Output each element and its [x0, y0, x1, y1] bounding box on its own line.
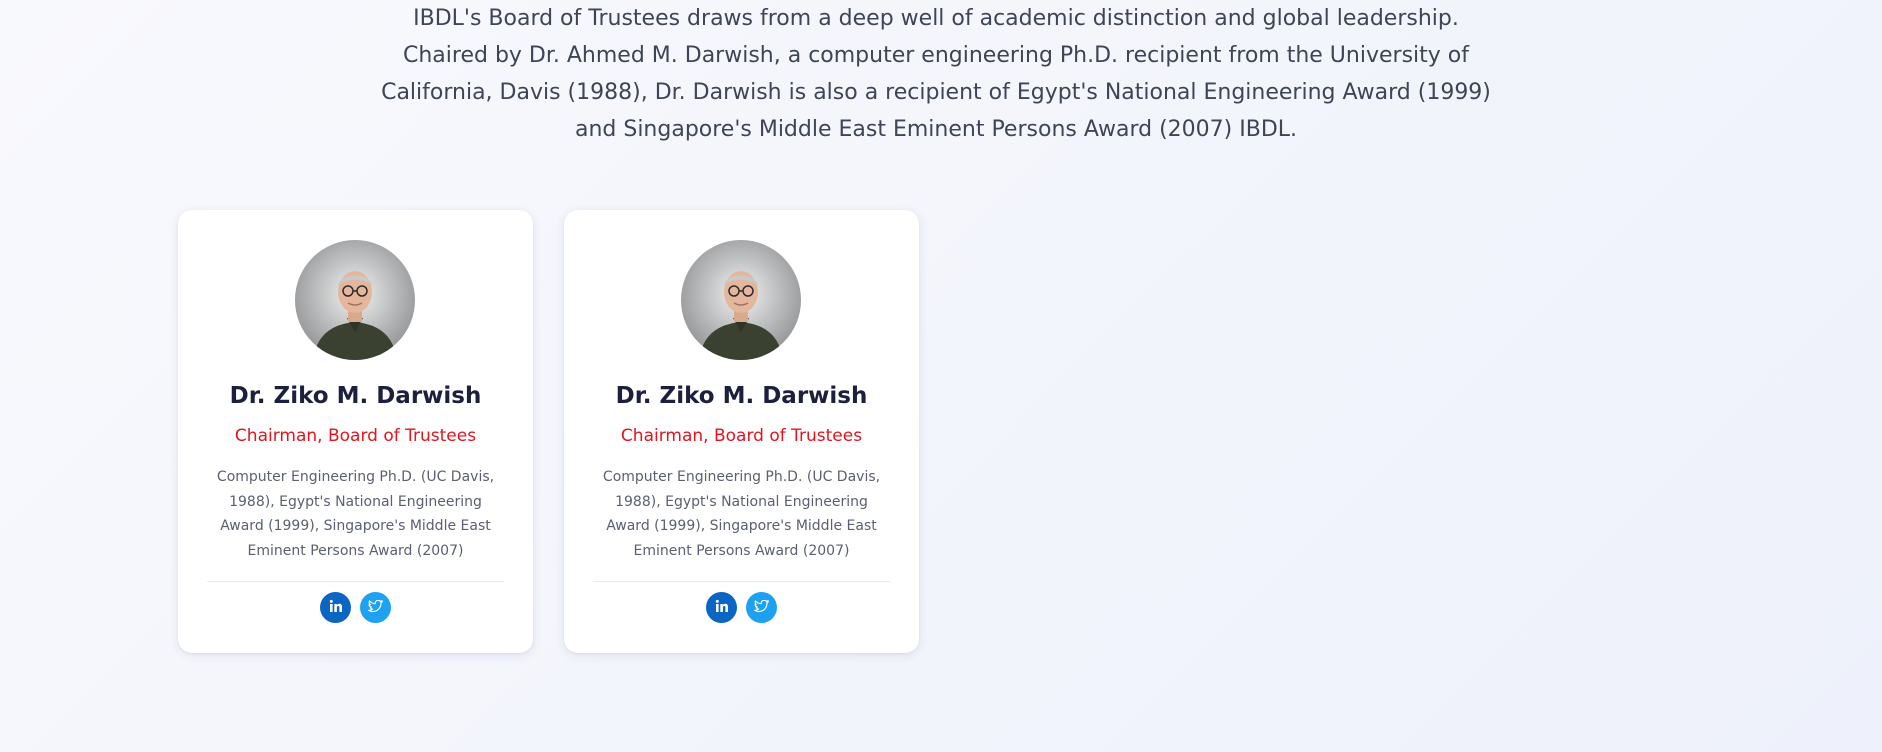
board-intro-paragraph: IBDL's Board of Trustees draws from a de…: [381, 6, 1491, 142]
linkedin-link[interactable]: [706, 592, 737, 623]
card-divider: [593, 581, 890, 582]
trustee-bio: Computer Engineering Ph.D. (UC Davis, 19…: [602, 469, 881, 559]
trustee-avatar: [295, 240, 415, 360]
trustee-role: Chairman, Board of Trustees: [620, 426, 863, 446]
trustee-bio: Computer Engineering Ph.D. (UC Davis, 19…: [216, 469, 495, 559]
trustee-name: Dr. Ziko M. Darwish: [229, 383, 482, 409]
trustee-role: Chairman, Board of Trustees: [234, 426, 477, 446]
trustee-name: Dr. Ziko M. Darwish: [615, 383, 868, 409]
linkedin-link[interactable]: [320, 592, 351, 623]
twitter-icon: [368, 598, 383, 617]
linkedin-icon: [329, 598, 343, 617]
card-divider: [207, 581, 504, 582]
twitter-icon: [754, 598, 769, 617]
twitter-link[interactable]: [360, 592, 391, 623]
trustee-avatar: [681, 240, 801, 360]
trustee-card: Dr. Ziko M. Darwish Chairman, Board of T…: [564, 210, 919, 653]
twitter-link[interactable]: [746, 592, 777, 623]
trustee-card: Dr. Ziko M. Darwish Chairman, Board of T…: [178, 210, 533, 653]
trustee-cards: Dr. Ziko M. Darwish Chairman, Board of T…: [178, 210, 919, 653]
linkedin-icon: [715, 598, 729, 617]
